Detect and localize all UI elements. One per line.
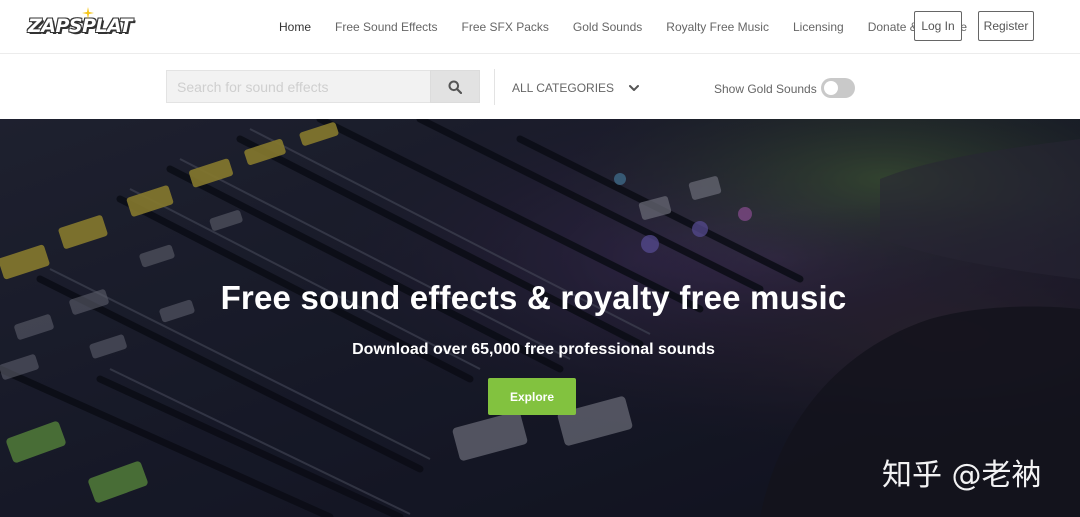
- nav-link-gold-sounds[interactable]: Gold Sounds: [573, 20, 642, 34]
- category-label: ALL CATEGORIES: [512, 81, 615, 95]
- search-button[interactable]: [430, 70, 480, 103]
- nav-link-free-sound-effects[interactable]: Free Sound Effects: [335, 20, 438, 34]
- hero-banner: Free sound effects & royalty free music …: [0, 119, 1080, 517]
- category-dropdown[interactable]: ALL CATEGORIES: [512, 79, 639, 97]
- nav-link-royalty-free-music[interactable]: Royalty Free Music: [666, 20, 769, 34]
- toggle-knob: [824, 81, 838, 95]
- gold-sounds-toggle[interactable]: [821, 78, 855, 98]
- register-button[interactable]: Register: [978, 11, 1034, 41]
- search-divider: [494, 69, 495, 105]
- logo-spark-icon: [82, 7, 94, 19]
- gold-sounds-toggle-label: Show Gold Sounds: [714, 82, 817, 96]
- top-navbar: ZAPSPLAT Home Free Sound Effects Free SF…: [0, 0, 1080, 54]
- search-input[interactable]: [166, 70, 431, 103]
- nav-link-home[interactable]: Home: [279, 20, 311, 34]
- logo-text: ZAPSPLAT: [28, 15, 132, 37]
- hero-subtitle: Download over 65,000 free professional s…: [352, 341, 715, 358]
- watermark: 知乎 @老衲: [882, 458, 1042, 493]
- hero-title: Free sound effects & royalty free music: [220, 279, 847, 316]
- search-icon: [448, 80, 462, 94]
- nav-link-free-sfx-packs[interactable]: Free SFX Packs: [462, 20, 549, 34]
- nav-link-licensing[interactable]: Licensing: [793, 20, 844, 34]
- explore-button[interactable]: Explore: [488, 378, 576, 415]
- login-button[interactable]: Log In: [914, 11, 962, 41]
- search-bar: ALL CATEGORIES Show Gold Sounds: [0, 55, 1080, 119]
- chevron-down-icon: [629, 85, 639, 91]
- site-logo[interactable]: ZAPSPLAT: [28, 7, 132, 39]
- main-nav: Home Free Sound Effects Free SFX Packs G…: [279, 0, 991, 54]
